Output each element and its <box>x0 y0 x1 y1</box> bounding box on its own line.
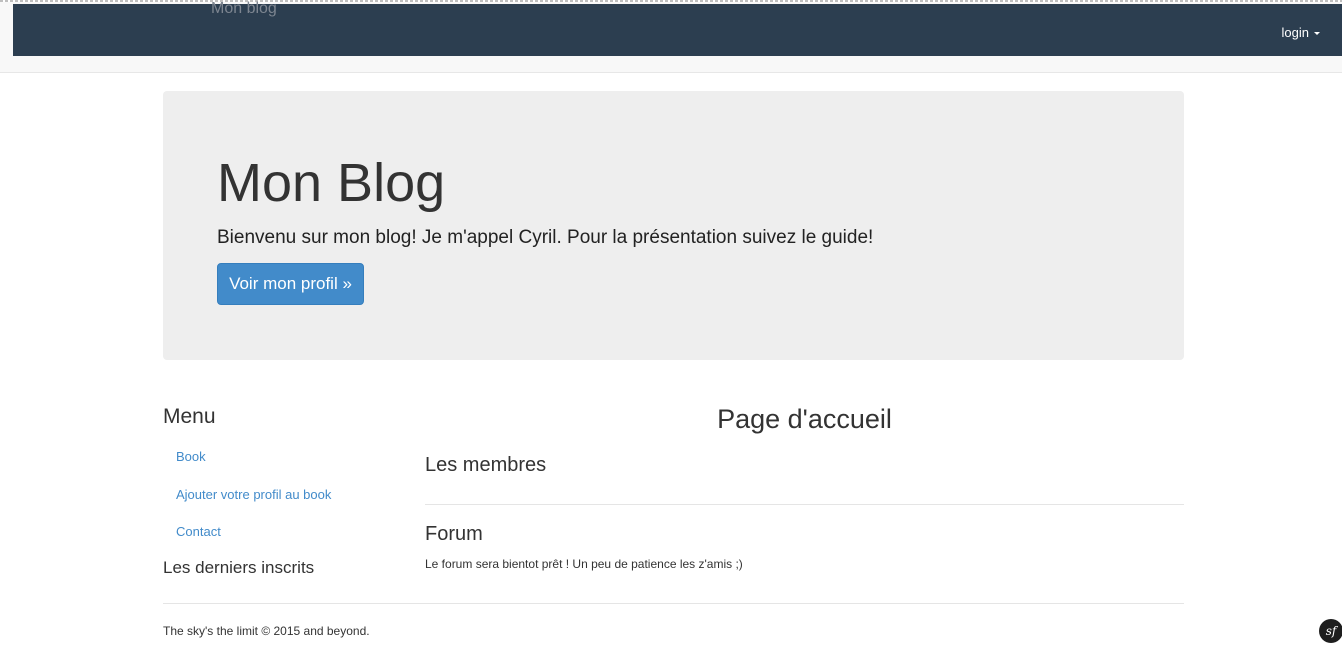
jumbotron-text: Bienvenu sur mon blog! Je m'appel Cyril.… <box>217 227 874 248</box>
jumbotron: Mon Blog Bienvenu sur mon blog! Je m'app… <box>163 91 1184 360</box>
navbar: Mon blog login <box>13 0 1342 56</box>
footer-text: The sky's the limit © 2015 and beyond. <box>163 624 370 638</box>
menu-link-contact[interactable]: Contact <box>176 524 221 539</box>
menu-link-add-profile[interactable]: Ajouter votre profil au book <box>176 487 331 502</box>
view-profile-button[interactable]: Voir mon profil » <box>217 263 364 305</box>
members-title: Les membres <box>425 454 547 476</box>
login-dropdown[interactable]: login <box>1282 25 1320 40</box>
footer-divider <box>163 603 1184 604</box>
jumbotron-title: Mon Blog <box>217 153 446 213</box>
symfony-toolbar-icon[interactable]: sf <box>1319 619 1342 643</box>
page-title: Page d'accueil <box>717 404 892 434</box>
forum-text: Le forum sera bientot prêt ! Un peu de p… <box>425 557 743 571</box>
menu-title: Menu <box>163 405 216 428</box>
navbar-container: Mon blog login <box>0 0 1342 73</box>
forum-title: Forum <box>425 523 483 545</box>
navbar-brand[interactable]: Mon blog <box>211 0 277 18</box>
caret-down-icon <box>1314 32 1320 36</box>
latest-members-title: Les derniers inscrits <box>163 558 315 577</box>
login-label: login <box>1281 25 1309 40</box>
divider <box>425 504 1184 505</box>
menu-link-book[interactable]: Book <box>176 449 206 464</box>
